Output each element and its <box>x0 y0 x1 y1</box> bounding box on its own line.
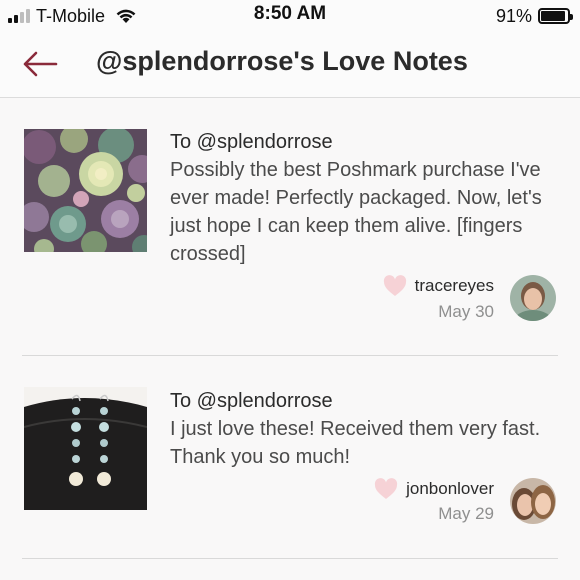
divider <box>22 558 558 559</box>
love-note: To @splendorrose I just love these! Rece… <box>0 356 580 566</box>
succulents-photo[interactable] <box>24 129 147 252</box>
note-recipient: To @splendorrose <box>170 131 333 153</box>
note-recipient: To @splendorrose <box>170 390 333 412</box>
author-username: tracereyes <box>414 276 494 295</box>
battery-percent: 91% <box>495 5 532 26</box>
note-message: Possibly the best Poshmark purchase I've… <box>170 159 542 265</box>
author-username: jonbonlover <box>406 479 494 498</box>
battery-tip <box>570 14 573 20</box>
status-time: 8:50 AM <box>253 3 327 24</box>
earrings-photo[interactable] <box>24 387 147 510</box>
note-author[interactable]: jonbonlover <box>374 478 494 500</box>
note-author[interactable]: tracereyes <box>383 275 494 297</box>
header: @splendorrose's Love Notes <box>0 32 580 98</box>
note-date: May 29 <box>438 504 494 523</box>
earrings-image <box>24 387 147 510</box>
user-avatar-image <box>510 478 556 524</box>
heart-icon <box>383 275 406 296</box>
battery-level-fill <box>541 11 565 21</box>
status-right: 91% <box>495 4 573 28</box>
avatar[interactable] <box>510 478 556 524</box>
user-avatar-image <box>510 275 556 321</box>
avatar[interactable] <box>510 275 556 321</box>
love-note: To @splendorrose Possibly the best Poshm… <box>0 98 580 356</box>
note-message: I just love these! Received them very fa… <box>170 418 541 468</box>
page-title: @splendorrose's Love Notes <box>96 46 468 76</box>
battery-icon <box>538 8 573 24</box>
back-arrow-icon <box>23 51 58 77</box>
back-button[interactable] <box>20 48 60 80</box>
heart-icon <box>374 478 398 499</box>
note-date: May 30 <box>438 302 494 321</box>
succulents-image <box>24 129 147 252</box>
status-bar: T-Mobile 8:50 AM 91% <box>0 0 580 32</box>
